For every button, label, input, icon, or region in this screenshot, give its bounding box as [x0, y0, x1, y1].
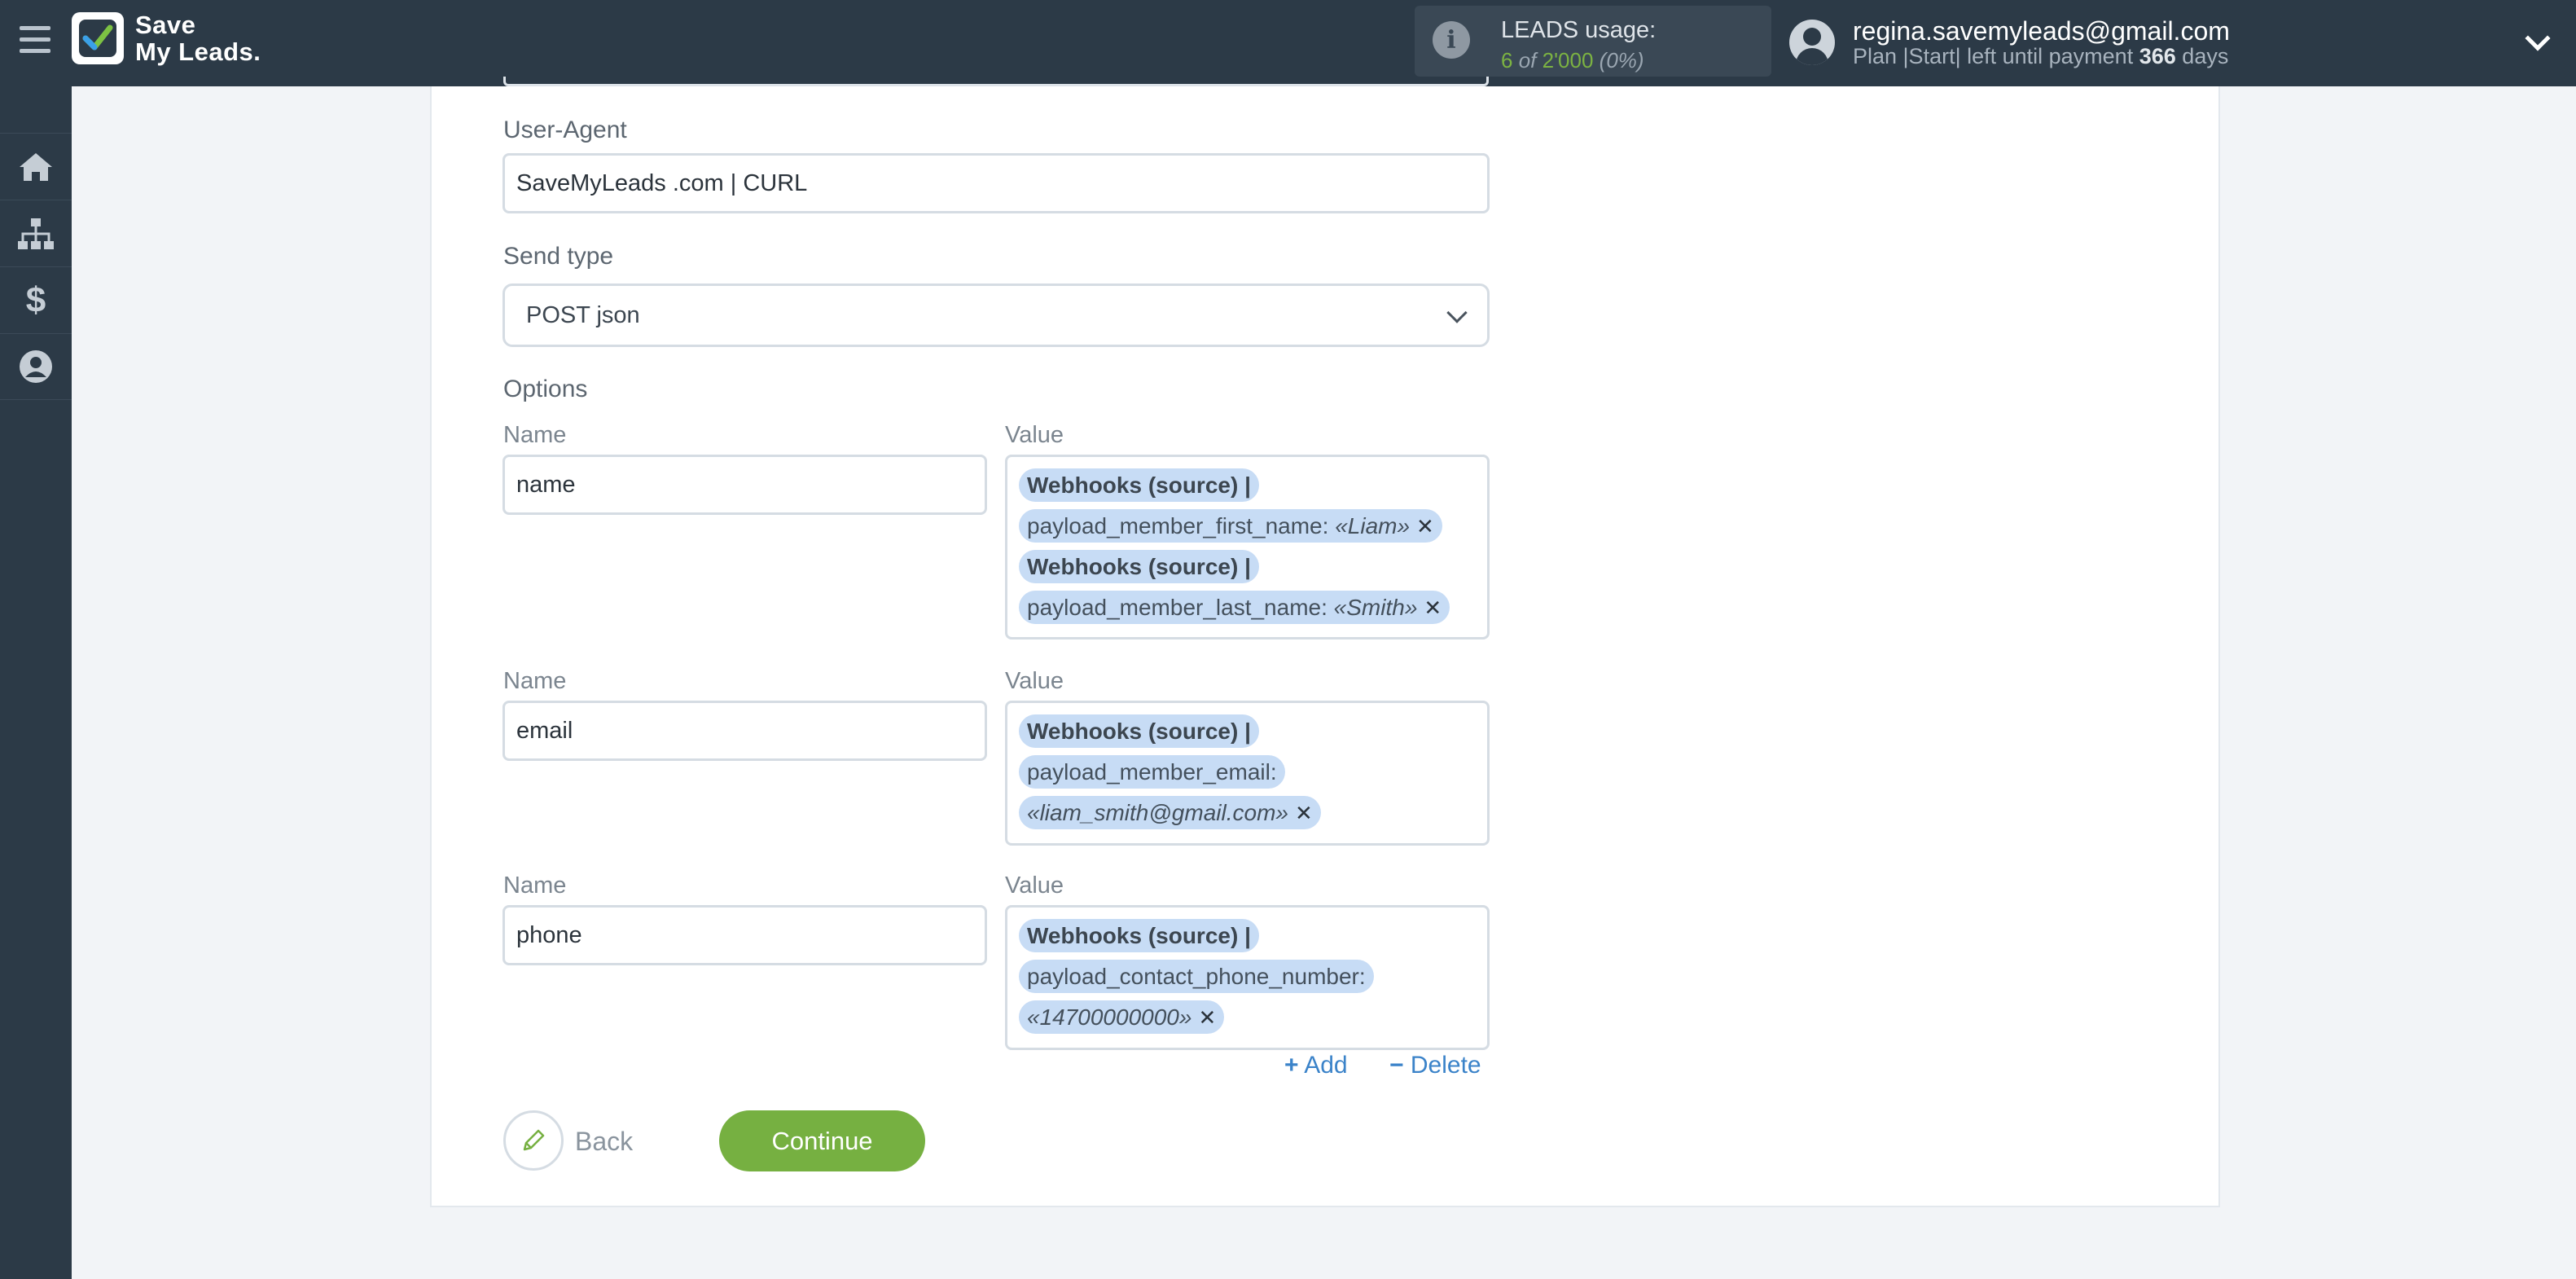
usage-value: 6 of 2'000 (0%): [1501, 48, 1644, 73]
value-tag: Webhooks (source) | payload_member_first_…: [1019, 465, 1476, 547]
send-type-value: POST json: [526, 302, 640, 328]
delete-option-button[interactable]: − Delete: [1389, 1052, 1481, 1079]
logo-icon[interactable]: [72, 12, 124, 64]
tag-value: «liam_smith@gmail.com»: [1027, 800, 1288, 825]
option-value-label: Value: [1005, 872, 1064, 899]
usage-label: LEADS usage:: [1501, 17, 1657, 43]
tag-source: Webhooks (source) |: [1027, 719, 1251, 744]
user-circle-icon: [20, 350, 52, 383]
value-tag: Webhooks (source) | payload_member_last_n…: [1019, 547, 1476, 628]
logo-line-2: My Leads.: [135, 37, 261, 66]
top-bar: Save My Leads. i LEADS usage: 6 of 2'000…: [0, 0, 2576, 86]
options-label: Options: [503, 376, 588, 402]
chevron-down-icon: [1446, 302, 1468, 323]
usage-of: of: [1518, 48, 1537, 73]
tag-value: «Liam»: [1335, 513, 1411, 538]
logo-line-1: Save: [135, 11, 196, 39]
sidebar-item-connections[interactable]: [0, 200, 72, 266]
tag-source: Webhooks (source) |: [1027, 472, 1251, 498]
tag-source: Webhooks (source) |: [1027, 554, 1251, 579]
back-label[interactable]: Back: [575, 1127, 633, 1157]
plus-icon: +: [1284, 1052, 1299, 1079]
value-tag: Webhooks (source) | payload_member_email:…: [1019, 711, 1476, 833]
plan-text: Plan |Start| left until payment: [1853, 44, 2134, 68]
sidebar-item-account[interactable]: [0, 333, 72, 400]
tag-value: «14700000000»: [1027, 1004, 1192, 1030]
option-value-field[interactable]: Webhooks (source) | payload_member_email:…: [1005, 701, 1490, 846]
option-value-label: Value: [1005, 422, 1064, 448]
home-icon: [20, 152, 52, 181]
tag-field: payload_contact_phone_number:: [1027, 964, 1366, 989]
remove-tag-icon[interactable]: ✕: [1424, 587, 1442, 628]
back-button[interactable]: [503, 1110, 564, 1171]
usage-used: 6: [1501, 48, 1513, 73]
plan-days-unit: days: [2182, 44, 2229, 68]
previous-field-edge: [503, 77, 1489, 86]
tag-field: payload_member_first_name:: [1027, 513, 1329, 538]
value-tag: Webhooks (source) | payload_contact_phone…: [1019, 916, 1476, 1038]
remove-tag-icon[interactable]: ✕: [1295, 793, 1313, 833]
option-value-label: Value: [1005, 668, 1064, 694]
menu-icon[interactable]: [20, 26, 50, 55]
dollar-icon: $: [25, 279, 46, 320]
plan-days: 366: [2139, 44, 2176, 68]
usage-total: 2'000: [1542, 48, 1594, 73]
usage-percent: (0%): [1599, 48, 1644, 73]
option-value-field[interactable]: Webhooks (source) | payload_contact_phone…: [1005, 905, 1490, 1050]
option-name-label: Name: [503, 872, 567, 899]
pencil-icon: [523, 1129, 545, 1151]
user-email: regina.savemyleads@gmail.com: [1853, 16, 2230, 46]
plan-info: Plan |Start| left until payment 366 days: [1853, 44, 2228, 69]
option-value-field[interactable]: Webhooks (source) | payload_member_first_…: [1005, 455, 1490, 640]
user-agent-label: User-Agent: [503, 116, 627, 143]
option-name-input[interactable]: name: [502, 455, 987, 515]
tag-field: payload_member_last_name:: [1027, 595, 1327, 620]
option-name-input[interactable]: email: [502, 701, 987, 761]
sidebar: $: [0, 86, 72, 1279]
sitemap-icon: [18, 218, 54, 249]
remove-tag-icon[interactable]: ✕: [1198, 997, 1216, 1038]
tag-value: «Smith»: [1333, 595, 1418, 620]
send-type-label: Send type: [503, 243, 614, 270]
logo-text[interactable]: Save My Leads.: [135, 11, 261, 65]
tag-source: Webhooks (source) |: [1027, 923, 1251, 948]
remove-tag-icon[interactable]: ✕: [1416, 506, 1434, 547]
minus-icon: −: [1389, 1052, 1404, 1079]
user-agent-input[interactable]: SaveMyLeads .com | CURL: [502, 153, 1490, 213]
option-name-label: Name: [503, 668, 567, 694]
sidebar-item-home[interactable]: [0, 133, 72, 200]
chevron-down-icon[interactable]: [2525, 25, 2551, 51]
info-icon[interactable]: i: [1433, 21, 1470, 59]
avatar-icon: [1789, 20, 1835, 65]
add-option-button[interactable]: + Add: [1284, 1052, 1348, 1079]
option-name-input[interactable]: phone: [502, 905, 987, 965]
add-label: Add: [1304, 1052, 1348, 1079]
delete-label: Delete: [1410, 1052, 1481, 1079]
continue-button[interactable]: Continue: [719, 1110, 925, 1171]
tag-field: payload_member_email:: [1027, 759, 1277, 785]
sidebar-item-billing[interactable]: $: [0, 266, 72, 333]
send-type-select[interactable]: POST json: [502, 283, 1490, 347]
leads-usage-panel: i LEADS usage: 6 of 2'000 (0%): [1415, 6, 1771, 77]
option-name-label: Name: [503, 422, 567, 448]
